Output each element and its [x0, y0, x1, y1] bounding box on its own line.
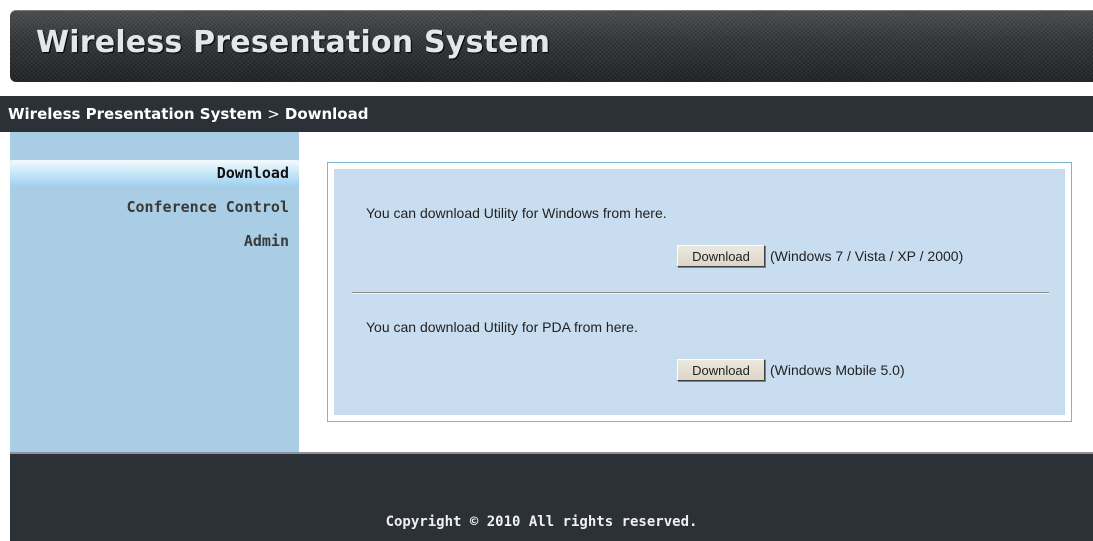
sidebar-item-conference-control[interactable]: Conference Control — [10, 194, 299, 220]
download-panel: You can download Utility for Windows fro… — [327, 162, 1072, 422]
footer: Copyright © 2010 All rights reserved. — [10, 452, 1093, 541]
sidebar: Download Conference Control Admin — [10, 132, 299, 452]
header-banner: Wireless Presentation System — [10, 10, 1093, 82]
windows-download-row: Download (Windows 7 / Vista / XP / 2000) — [334, 245, 1065, 269]
breadcrumb-root: Wireless Presentation System — [8, 105, 263, 123]
download-pda-button[interactable]: Download — [677, 359, 765, 381]
copyright-text: Copyright © 2010 All rights reserved. — [385, 514, 698, 530]
pda-download-text: You can download Utility for PDA from he… — [366, 319, 638, 335]
sidebar-item-download[interactable]: Download — [10, 160, 299, 186]
app-title: Wireless Presentation System — [36, 25, 551, 60]
breadcrumb-separator: > — [267, 105, 280, 123]
download-panel-inner: You can download Utility for Windows fro… — [334, 169, 1065, 415]
breadcrumb-current: Download — [284, 105, 369, 123]
pda-version-note: (Windows Mobile 5.0) — [770, 362, 905, 378]
windows-download-text: You can download Utility for Windows fro… — [366, 205, 667, 221]
sidebar-item-admin[interactable]: Admin — [10, 228, 299, 254]
windows-version-note: (Windows 7 / Vista / XP / 2000) — [770, 248, 964, 264]
download-windows-button[interactable]: Download — [677, 245, 765, 267]
pda-download-row: Download (Windows Mobile 5.0) — [334, 359, 1065, 383]
breadcrumb: Wireless Presentation System > Download — [0, 96, 1093, 132]
section-divider — [352, 292, 1049, 294]
